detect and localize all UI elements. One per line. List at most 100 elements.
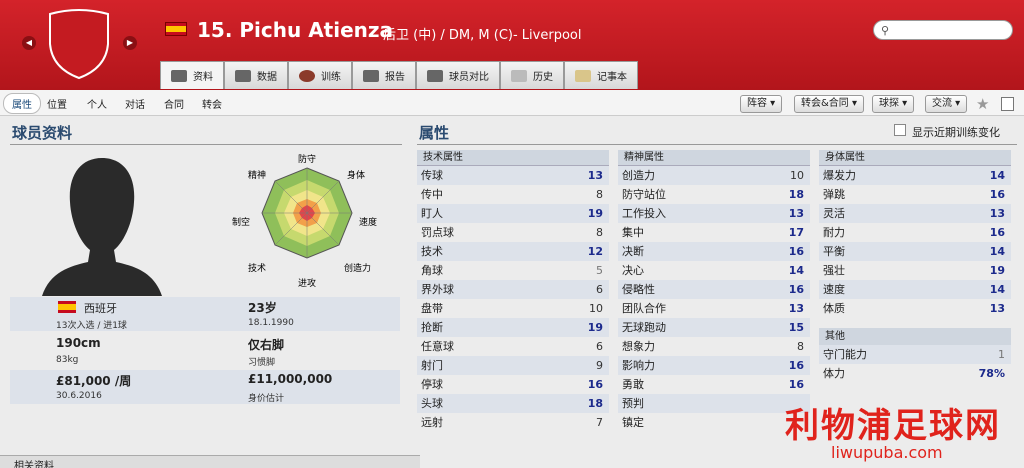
transfer-contract-dropdown[interactable]: 转会&合同 ▾ [794,95,865,113]
attribute-row[interactable]: 传中 8 [417,185,609,204]
next-player-arrow-icon[interactable]: ▶ [123,36,137,50]
attribute-row[interactable]: 远射 7 [417,413,609,432]
star-icon[interactable]: ★ [976,95,989,113]
subnav-positions[interactable]: 位置 [47,96,67,111]
subnav-transfer[interactable]: 转会 [202,96,222,111]
attribute-name: 罚点球 [421,226,454,239]
attribute-row[interactable]: 体质 13 [819,299,1011,318]
attribute-row[interactable]: 抢断 19 [417,318,609,337]
attribute-row[interactable]: 界外球 6 [417,280,609,299]
attribute-row[interactable]: 集中 17 [618,223,810,242]
ball-icon [299,69,315,82]
attribute-name: 盯人 [421,207,443,220]
attribute-row[interactable]: 射门 9 [417,356,609,375]
info-row-wage: £81,000 /周 £11,000,000 30.6.2016 身价估计 [10,370,400,404]
attribute-row[interactable]: 任意球 6 [417,337,609,356]
tab-report[interactable]: 报告 [352,61,416,89]
show-training-changes-checkbox[interactable] [894,124,906,136]
attribute-name: 技术 [421,245,443,258]
attribute-row[interactable]: 停球 16 [417,375,609,394]
watermark: 利物浦足球网 liwupuba.com [785,398,1024,468]
attribute-row[interactable]: 灵活 13 [819,204,1011,223]
scout-dropdown[interactable]: 球探 ▾ [872,95,915,113]
height: 190cm [56,336,101,350]
attribute-row[interactable]: 团队合作 13 [618,299,810,318]
attribute-row[interactable]: 创造力 10 [618,166,810,185]
club-shield-icon [49,9,109,80]
attribute-name: 工作投入 [622,207,666,220]
interaction-dropdown[interactable]: 交流 ▾ [925,95,968,113]
attribute-row[interactable]: 守门能力 1 [819,345,1011,364]
attribute-name: 传中 [421,188,443,201]
add-note-icon[interactable] [1001,97,1014,111]
tab-compare[interactable]: 球员对比 [416,61,500,89]
attribute-row[interactable]: 传球 13 [417,166,609,185]
player-position-club: 后卫 (中) / DM, M (C)- Liverpool [383,28,582,43]
attribute-row[interactable]: 决断 16 [618,242,810,261]
related-info-bar[interactable]: 相关资料 [0,455,420,468]
subnav-talk[interactable]: 对话 [125,96,145,111]
player-silhouette-image [42,158,162,296]
squad-dropdown[interactable]: 阵容 ▾ [740,95,783,113]
attribute-row[interactable]: 罚点球 8 [417,223,609,242]
attribute-row[interactable]: 预判 [618,394,810,413]
attribute-value: 9 [596,359,603,372]
attribute-name: 平衡 [823,245,845,258]
watermark-url: liwupuba.com [831,443,943,462]
attribute-row[interactable]: 防守站位 18 [618,185,810,204]
attribute-row[interactable]: 体力 78% [819,364,1011,383]
attribute-row[interactable]: 盘带 10 [417,299,609,318]
attribute-name: 抢断 [421,321,443,334]
attribute-value: 14 [788,264,804,277]
tab-training[interactable]: 训练 [288,61,352,89]
attribute-value: 5 [596,264,603,277]
attribute-row[interactable]: 镇定 [618,413,810,432]
related-info-label: 相关资料 [14,461,54,468]
attribute-value: 14 [989,245,1005,258]
attribute-row[interactable]: 强壮 19 [819,261,1011,280]
attribute-name: 决心 [622,264,644,277]
attribute-name: 耐力 [823,226,845,239]
attribute-row[interactable]: 技术 12 [417,242,609,261]
subnav-personal[interactable]: 个人 [87,96,107,111]
attribute-row[interactable]: 头球 18 [417,394,609,413]
attribute-row[interactable]: 速度 14 [819,280,1011,299]
tab-profile[interactable]: 资料 [160,61,224,89]
attribute-value: 13 [788,302,804,315]
attribute-row[interactable]: 弹跳 16 [819,185,1011,204]
player-name: 15. Pichu Atienza [197,18,394,42]
attribute-name: 盘带 [421,302,443,315]
radar-label-technique: 技术 [248,262,266,274]
subnav-contract[interactable]: 合同 [164,96,184,111]
attribute-value: 15 [788,321,804,334]
attribute-row[interactable]: 工作投入 13 [618,204,810,223]
attribute-row[interactable]: 勇敢 16 [618,375,810,394]
attribute-row[interactable]: 想象力 8 [618,337,810,356]
market-value-label: 身价估计 [248,394,285,404]
other-header: 其他 [819,328,1011,345]
attribute-row[interactable]: 爆发力 14 [819,166,1011,185]
attribute-value: 10 [589,302,603,315]
attribute-row[interactable]: 无球跑动 15 [618,318,810,337]
attribute-name: 头球 [421,397,443,410]
attribute-row[interactable]: 盯人 19 [417,204,609,223]
attribute-row[interactable]: 影响力 16 [618,356,810,375]
attribute-row[interactable]: 侵略性 16 [618,280,810,299]
tab-notebook[interactable]: 记事本 [564,61,638,89]
attribute-row[interactable]: 角球 5 [417,261,609,280]
tab-stats[interactable]: 数据 [224,61,288,89]
attribute-name: 镇定 [622,416,644,429]
previous-player-arrow-icon[interactable]: ◀ [22,36,36,50]
attribute-value: 18 [587,397,603,410]
attribute-row[interactable]: 平衡 14 [819,242,1011,261]
attribute-value: 16 [587,378,603,391]
attribute-row[interactable]: 决心 14 [618,261,810,280]
radar-label-mental: 精神 [248,169,266,181]
subnav-attributes[interactable]: 属性 [3,93,41,114]
radar-label-aerial: 制空 [232,216,250,228]
tab-history[interactable]: 历史 [500,61,564,89]
attribute-radar-chart: 防守 身体 速度 创造力 进攻 技术 制空 精神 [232,153,377,289]
search-input[interactable]: ⚲ [873,20,1013,40]
attribute-name: 影响力 [622,359,655,372]
attribute-row[interactable]: 耐力 16 [819,223,1011,242]
